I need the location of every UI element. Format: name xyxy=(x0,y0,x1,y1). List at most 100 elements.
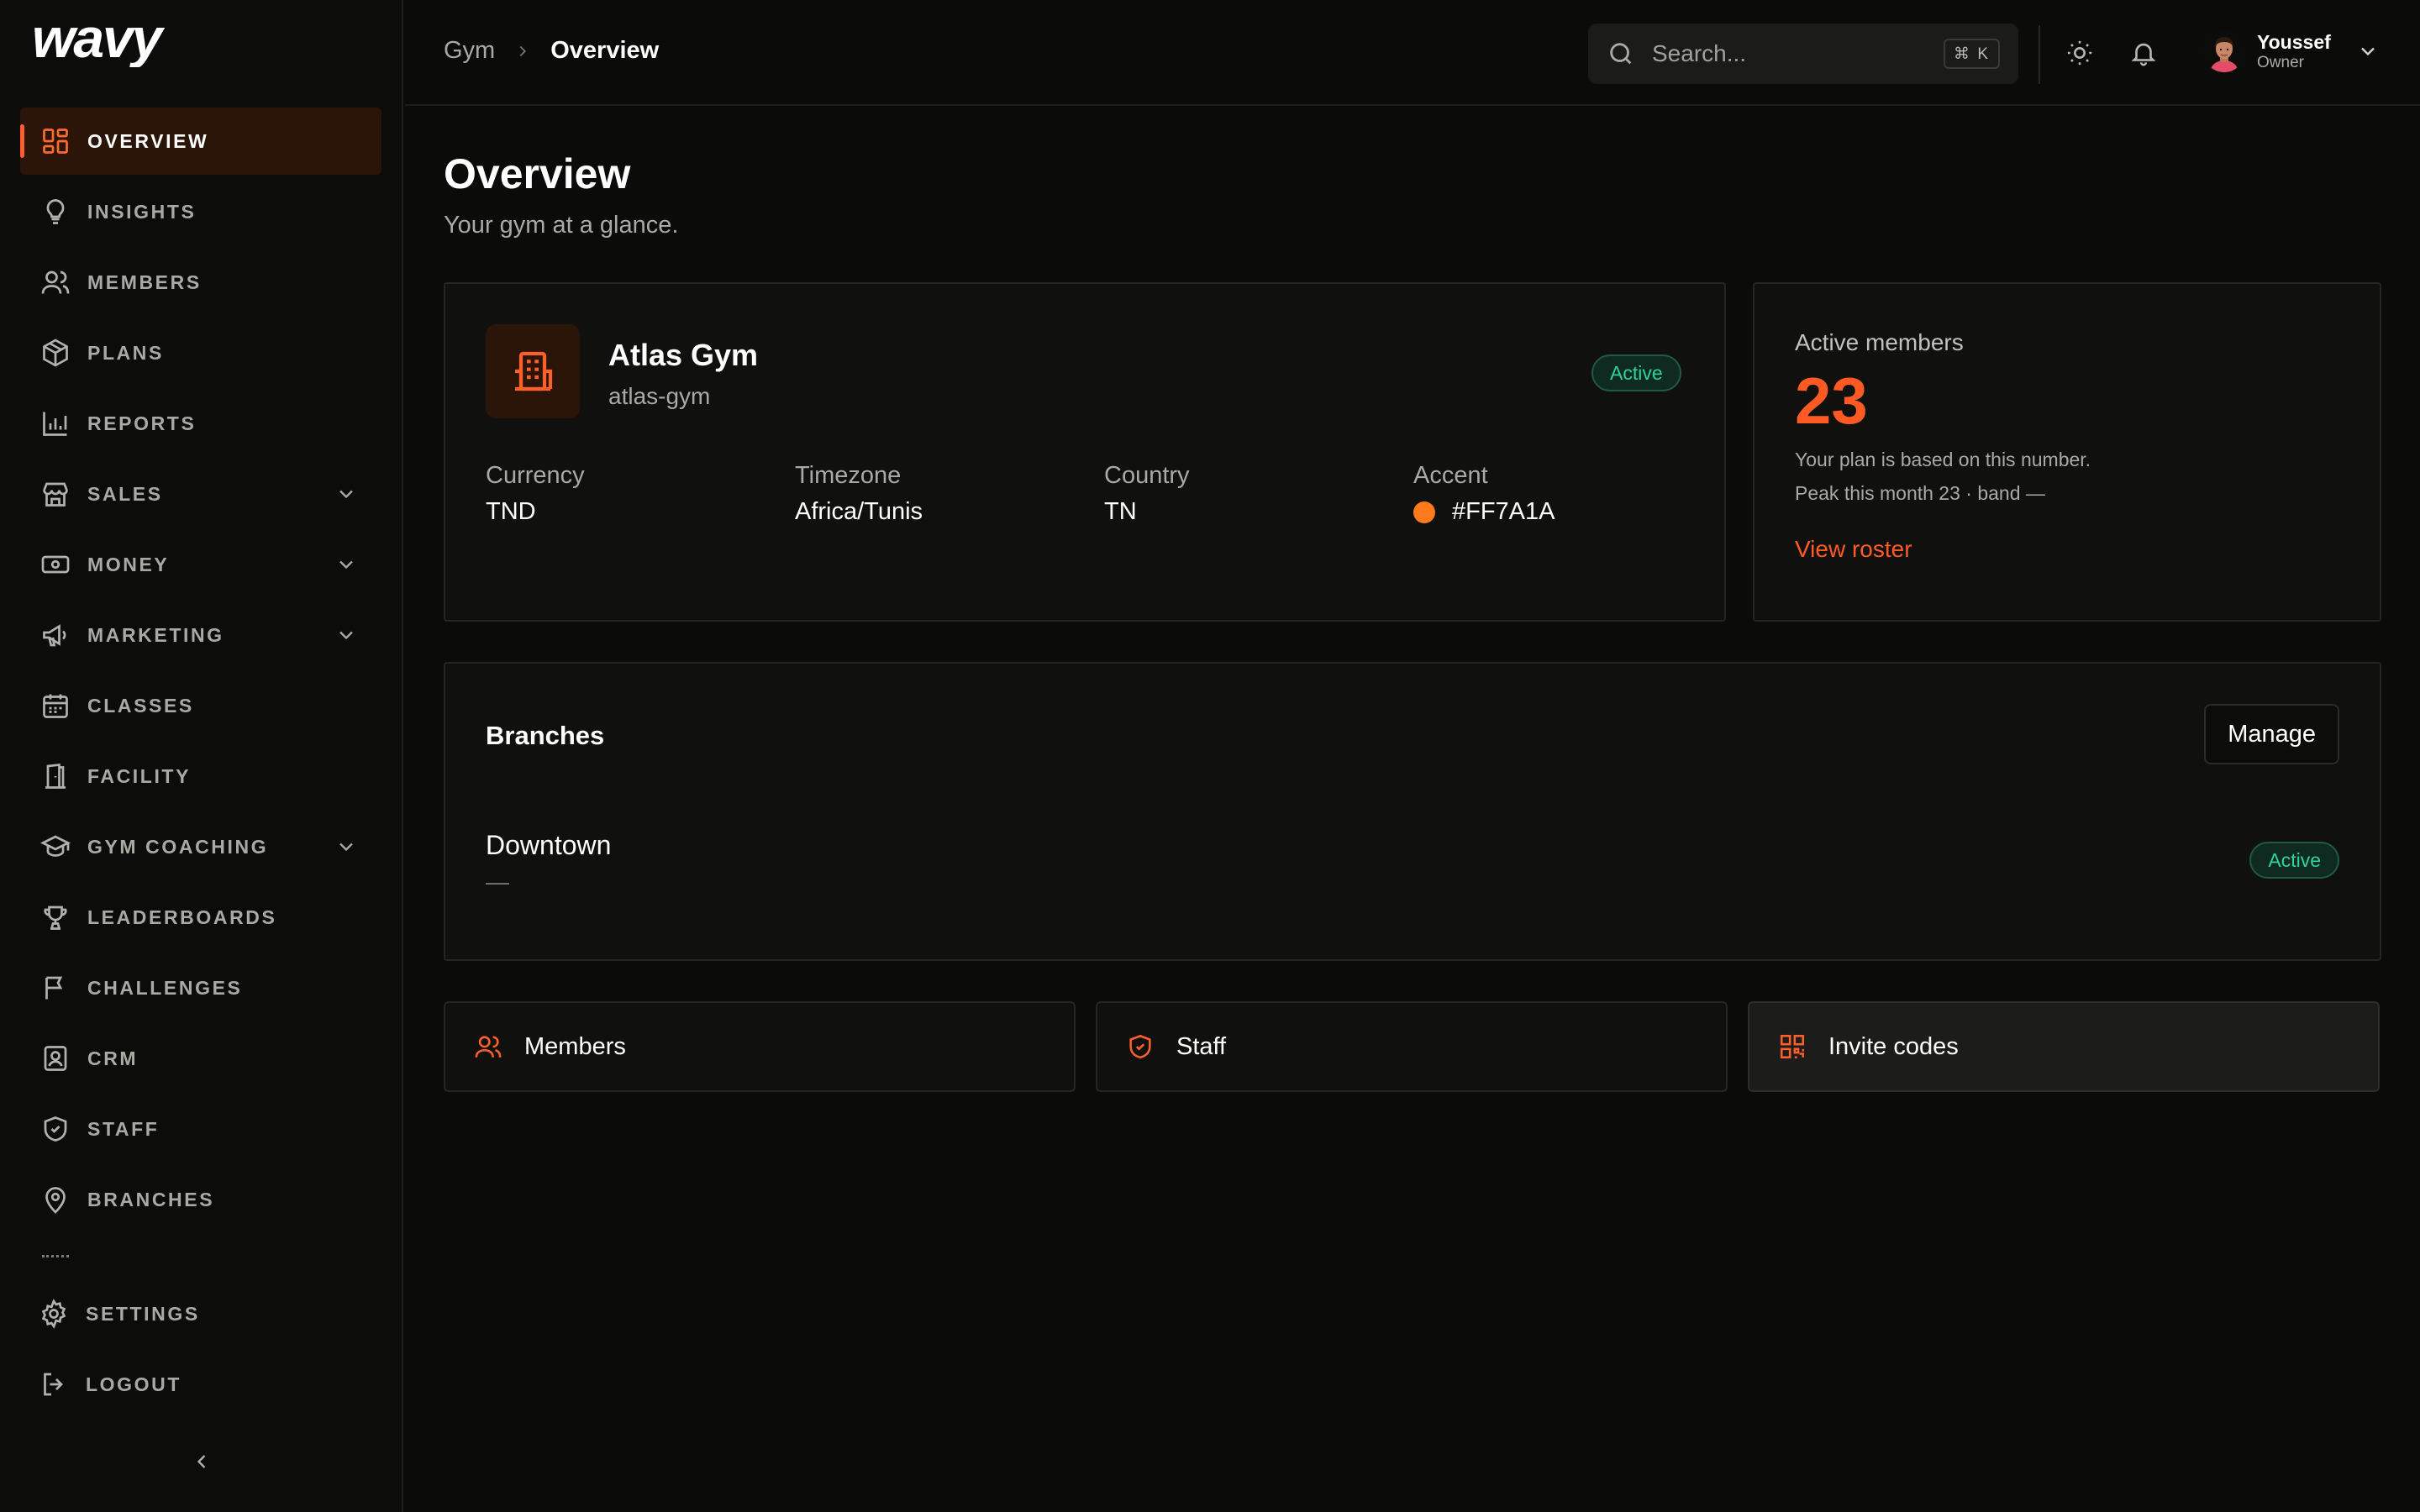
sidebar-item-label: Sales xyxy=(87,482,163,505)
breadcrumb-current: Overview xyxy=(550,37,660,64)
search-input[interactable]: Search... ⌘ K xyxy=(1588,24,2018,84)
top-header: Gym Overview Search... ⌘ K Youssef Owner xyxy=(405,0,2420,106)
plan-note: Your plan is based on this number. xyxy=(1795,449,2091,470)
quick-link-invite-codes[interactable]: Invite codes xyxy=(1748,1001,2380,1092)
sidebar-item-label: Settings xyxy=(86,1302,200,1325)
sidebar-nav: Overview Insights Members Plans xyxy=(20,108,381,1236)
shield-check-icon xyxy=(1126,1032,1155,1061)
search-placeholder: Search... xyxy=(1652,40,1747,66)
breadcrumb-gym-link[interactable]: Gym xyxy=(444,37,495,65)
calendar-icon xyxy=(40,690,71,721)
chevron-right-icon xyxy=(513,42,532,60)
sidebar-item-label: Classes xyxy=(87,694,194,717)
users-icon xyxy=(40,267,71,297)
notification-bell-icon[interactable] xyxy=(2129,39,2158,67)
page-subtitle: Your gym at a glance. xyxy=(444,212,679,239)
quick-link-staff[interactable]: Staff xyxy=(1096,1001,1728,1092)
active-members-label: Active members xyxy=(1795,329,1964,355)
sidebar-item-crm[interactable]: CRM xyxy=(20,1025,381,1092)
gym-slug: atlas-gym xyxy=(608,383,711,409)
chevron-down-icon[interactable] xyxy=(334,553,358,576)
sidebar-item-classes[interactable]: Classes xyxy=(20,672,381,739)
header-divider xyxy=(2039,25,2040,84)
sidebar-item-members[interactable]: Members xyxy=(20,249,381,316)
field-label: Country xyxy=(1104,462,1190,489)
sidebar-item-staff[interactable]: Staff xyxy=(20,1095,381,1163)
page-title: Overview xyxy=(444,150,631,197)
chevron-down-icon[interactable] xyxy=(334,835,358,858)
breadcrumb: Gym Overview xyxy=(444,37,659,65)
field-value: TN xyxy=(1104,498,1137,525)
user-role: Owner xyxy=(2257,54,2304,71)
active-members-card: Active members 23 Your plan is based on … xyxy=(1753,282,2381,622)
sidebar-item-label: Gym Coaching xyxy=(87,835,269,858)
scroll-overflow-hint xyxy=(42,1255,69,1258)
app-root: wavy Overview Insights Members xyxy=(0,0,2420,1512)
sidebar-item-logout[interactable]: Logout xyxy=(20,1351,381,1418)
sidebar-item-label: Members xyxy=(87,270,202,293)
sidebar-item-label: Staff xyxy=(87,1117,160,1140)
sidebar-item-label: Reports xyxy=(87,412,197,434)
sidebar-item-leaderboards[interactable]: Leaderboards xyxy=(20,884,381,951)
sidebar-item-branches[interactable]: Branches xyxy=(20,1166,381,1233)
collapse-sidebar-icon[interactable] xyxy=(190,1450,213,1473)
gym-info-card: Atlas Gym atlas-gym Active Currency TND … xyxy=(444,282,1726,622)
flag-icon xyxy=(40,973,71,1003)
accent-color-swatch xyxy=(1413,501,1435,523)
store-icon xyxy=(40,479,71,509)
map-pin-icon xyxy=(40,1184,71,1215)
sidebar: wavy Overview Insights Members xyxy=(0,0,403,1512)
sidebar-item-overview[interactable]: Overview xyxy=(20,108,381,175)
active-members-count: 23 xyxy=(1795,364,1868,438)
sidebar-item-label: Facility xyxy=(87,764,192,787)
bar-chart-icon xyxy=(40,408,71,438)
field-label: Accent xyxy=(1413,462,1488,489)
door-icon xyxy=(40,761,71,791)
sidebar-item-label: Overview xyxy=(87,129,209,152)
sidebar-item-plans[interactable]: Plans xyxy=(20,319,381,386)
view-roster-link[interactable]: View roster xyxy=(1795,536,1912,563)
sidebar-item-reports[interactable]: Reports xyxy=(20,390,381,457)
building-icon xyxy=(515,351,553,391)
sidebar-item-settings[interactable]: Settings xyxy=(20,1280,381,1347)
field-value: Africa/Tunis xyxy=(795,498,923,525)
sidebar-item-challenges[interactable]: Challenges xyxy=(20,954,381,1021)
chevron-down-icon[interactable] xyxy=(334,623,358,647)
sidebar-item-label: Plans xyxy=(87,341,164,364)
sidebar-item-facility[interactable]: Facility xyxy=(20,743,381,810)
search-icon xyxy=(1607,39,1635,68)
box-icon xyxy=(40,338,71,368)
sidebar-item-label: Insights xyxy=(87,200,197,223)
banknote-icon xyxy=(40,549,71,580)
search-shortcut-badge: ⌘ K xyxy=(1944,39,2000,69)
field-timezone: Timezone Africa/Tunis xyxy=(795,462,923,526)
logout-icon xyxy=(39,1369,69,1399)
sidebar-item-insights[interactable]: Insights xyxy=(20,178,381,245)
branches-title: Branches xyxy=(486,721,605,750)
sidebar-item-marketing[interactable]: Marketing xyxy=(20,601,381,669)
user-menu[interactable]: Youssef Owner xyxy=(2203,30,2380,72)
manage-branches-button[interactable]: Manage xyxy=(2204,704,2339,764)
grid-icon xyxy=(40,126,71,156)
sidebar-item-sales[interactable]: Sales xyxy=(20,460,381,528)
quick-link-members[interactable]: Members xyxy=(444,1001,1076,1092)
sidebar-item-money[interactable]: Money xyxy=(20,531,381,598)
sidebar-item-gym-coaching[interactable]: Gym Coaching xyxy=(20,813,381,880)
sidebar-item-label: Leaderboards xyxy=(87,906,277,928)
field-value: TND xyxy=(486,498,536,525)
sidebar-item-label: Money xyxy=(87,553,170,575)
qr-code-icon xyxy=(1778,1032,1807,1061)
graduation-cap-icon xyxy=(40,832,71,862)
quick-link-label: Members xyxy=(524,1032,626,1060)
accent-hex: #FF7A1A xyxy=(1452,498,1555,525)
chevron-down-icon[interactable] xyxy=(334,482,358,506)
branch-name[interactable]: Downtown xyxy=(486,830,611,861)
chevron-down-icon xyxy=(2356,39,2380,63)
theme-toggle-sun-icon[interactable] xyxy=(2065,39,2094,67)
sidebar-bottom-nav: Settings Logout xyxy=(20,1280,381,1421)
wavy-logo[interactable]: wavy xyxy=(32,17,185,67)
quick-link-label: Invite codes xyxy=(1828,1032,1959,1060)
trophy-icon xyxy=(40,902,71,932)
sidebar-item-label: Branches xyxy=(87,1188,215,1210)
sidebar-item-label: Challenges xyxy=(87,976,243,999)
